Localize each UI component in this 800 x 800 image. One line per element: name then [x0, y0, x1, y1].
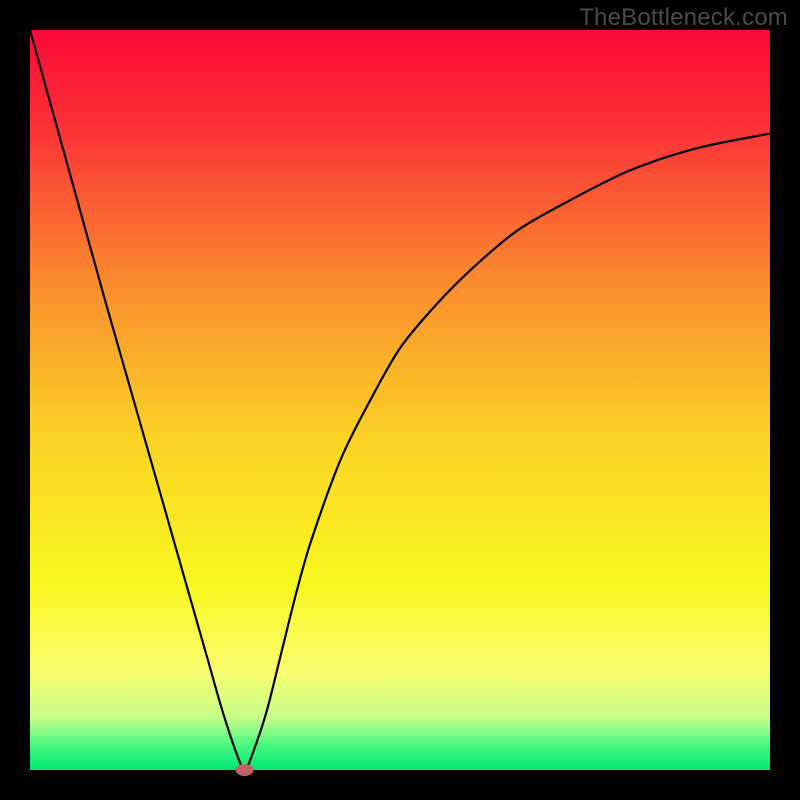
bottleneck-chart: [0, 0, 800, 800]
chart-stage: TheBottleneck.com: [0, 0, 800, 800]
watermark-text: TheBottleneck.com: [579, 4, 788, 32]
bottleneck-point-marker: [236, 764, 254, 776]
chart-plot-area: [30, 30, 770, 770]
